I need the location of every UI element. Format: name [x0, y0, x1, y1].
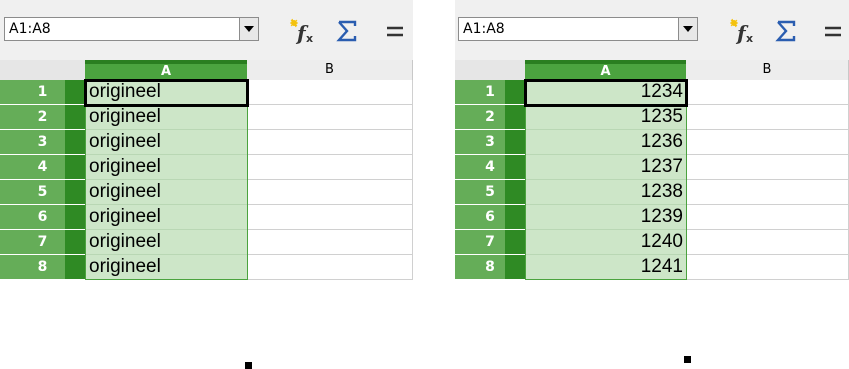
row-header[interactable]: 7: [455, 230, 525, 255]
right-spreadsheet-panel: A1:A8 f x A B 1 2 3 4 5 6 7 8 1234 1235: [455, 0, 849, 369]
row-header[interactable]: 5: [0, 180, 85, 205]
row-header[interactable]: 3: [455, 130, 525, 155]
cell-b1[interactable]: [686, 80, 849, 105]
row-header[interactable]: 6: [455, 205, 525, 230]
cell-b8[interactable]: [247, 255, 413, 280]
equals-icon[interactable]: [383, 18, 407, 44]
cell-a8[interactable]: 1241: [525, 255, 686, 280]
row-header[interactable]: 5: [455, 180, 525, 205]
row-header[interactable]: 4: [455, 155, 525, 180]
equals-icon[interactable]: [821, 18, 845, 44]
cell-a3[interactable]: origineel: [85, 130, 247, 155]
function-wizard-icon[interactable]: f x: [729, 18, 759, 44]
cell-a4[interactable]: 1237: [525, 155, 686, 180]
column-header-a[interactable]: A: [85, 60, 247, 80]
cell-a7[interactable]: origineel: [85, 230, 247, 255]
cell-b5[interactable]: [247, 180, 413, 205]
cell-b5[interactable]: [686, 180, 849, 205]
cell-b6[interactable]: [247, 205, 413, 230]
cell-b2[interactable]: [686, 105, 849, 130]
sum-icon[interactable]: [334, 18, 360, 44]
chevron-down-icon: [683, 26, 693, 32]
cell-b8[interactable]: [686, 255, 849, 280]
name-box[interactable]: A1:A8: [4, 17, 259, 41]
row-header[interactable]: 8: [0, 255, 85, 280]
cell-b3[interactable]: [686, 130, 849, 155]
name-box-dropdown-button[interactable]: [678, 18, 697, 40]
cell-b6[interactable]: [686, 205, 849, 230]
cell-a1[interactable]: 1234: [525, 80, 686, 105]
column-header-b[interactable]: B: [686, 60, 849, 80]
cell-b4[interactable]: [247, 155, 413, 180]
cell-a8[interactable]: origineel: [85, 255, 247, 280]
row-header[interactable]: 8: [455, 255, 525, 280]
name-box-value: A1:A8: [463, 21, 505, 37]
sum-icon[interactable]: [773, 18, 799, 44]
name-box-value: A1:A8: [9, 21, 51, 37]
cell-b3[interactable]: [247, 130, 413, 155]
formula-toolbar: A1:A8 f x: [0, 0, 413, 60]
cell-a4[interactable]: origineel: [85, 155, 247, 180]
cell-b7[interactable]: [247, 230, 413, 255]
svg-text:x: x: [306, 32, 313, 44]
cell-a1[interactable]: origineel: [85, 80, 247, 105]
cell-a5[interactable]: 1238: [525, 180, 686, 205]
chevron-down-icon: [244, 26, 254, 32]
fill-handle[interactable]: [684, 356, 691, 363]
column-header-b[interactable]: B: [247, 60, 413, 80]
column-header-a[interactable]: A: [525, 60, 686, 80]
cell-a6[interactable]: origineel: [85, 205, 247, 230]
row-header[interactable]: 1: [455, 80, 525, 105]
row-header[interactable]: 7: [0, 230, 85, 255]
corner-cell[interactable]: [0, 60, 85, 80]
fill-handle[interactable]: [245, 362, 252, 369]
row-header[interactable]: 6: [0, 205, 85, 230]
cell-a5[interactable]: origineel: [85, 180, 247, 205]
svg-text:x: x: [746, 32, 753, 44]
name-box-dropdown-button[interactable]: [239, 18, 258, 40]
cell-a2[interactable]: 1235: [525, 105, 686, 130]
row-header[interactable]: 2: [455, 105, 525, 130]
name-box[interactable]: A1:A8: [458, 17, 698, 41]
cell-a7[interactable]: 1240: [525, 230, 686, 255]
cell-b1[interactable]: [247, 80, 413, 105]
cell-a3[interactable]: 1236: [525, 130, 686, 155]
row-header[interactable]: 2: [0, 105, 85, 130]
row-header[interactable]: 3: [0, 130, 85, 155]
cell-a6[interactable]: 1239: [525, 205, 686, 230]
row-header[interactable]: 1: [0, 80, 85, 105]
left-spreadsheet-panel: A1:A8 f x A B 1 2 3 4 5 6 7 8 origineel: [0, 0, 413, 369]
function-wizard-icon[interactable]: f x: [289, 18, 319, 44]
row-header[interactable]: 4: [0, 155, 85, 180]
cell-b4[interactable]: [686, 155, 849, 180]
cell-a2[interactable]: origineel: [85, 105, 247, 130]
cell-b7[interactable]: [686, 230, 849, 255]
corner-cell[interactable]: [455, 60, 525, 80]
formula-toolbar: A1:A8 f x: [455, 0, 849, 60]
cell-b2[interactable]: [247, 105, 413, 130]
